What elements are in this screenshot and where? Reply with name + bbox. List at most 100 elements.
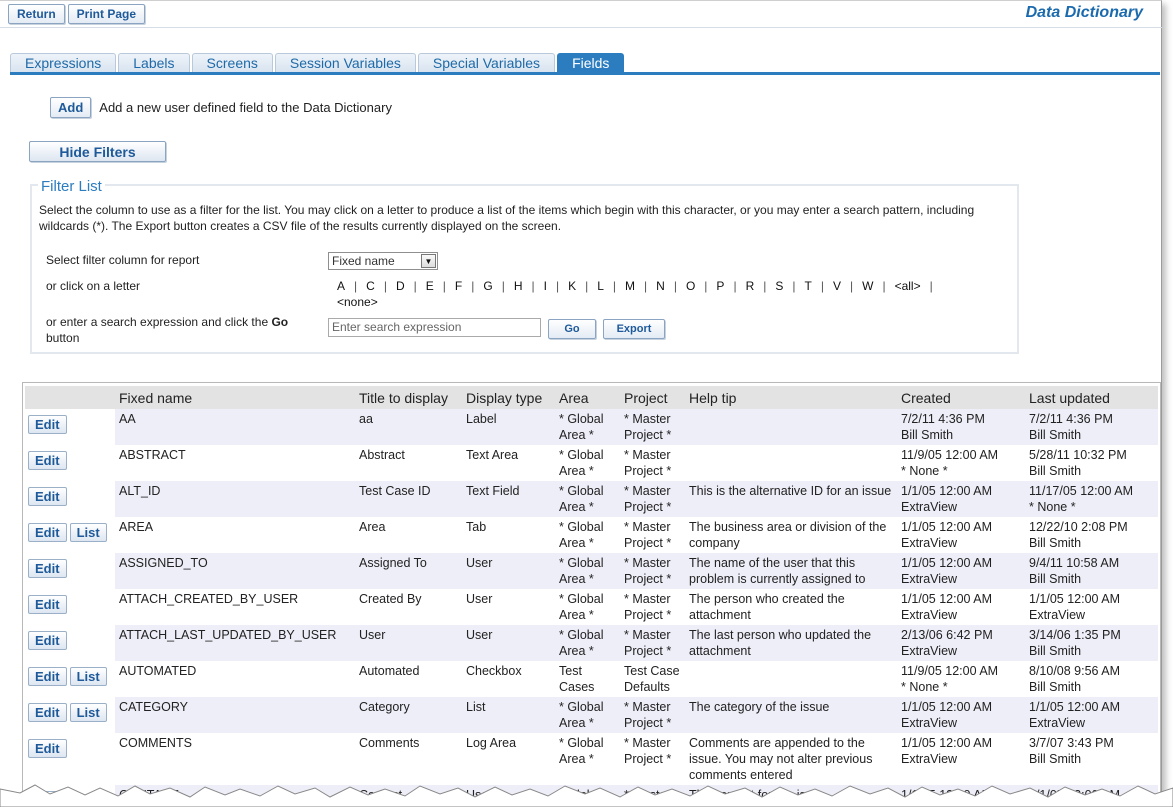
table-row: Edit AA aa Label * Global Area * * Master Pro… [25, 409, 1158, 445]
return-button[interactable]: Return [8, 4, 65, 24]
last-updated-cell: 3/7/07 3:43 PM Bill Smith [1025, 733, 1158, 785]
filter-column-value: Fixed name [332, 254, 395, 268]
project-cell: * Master Project * [620, 733, 685, 785]
column-header-last-updated[interactable]: Last updated [1025, 386, 1158, 409]
title-cell: Area [355, 517, 462, 553]
column-header-title-to-display[interactable]: Title to display [355, 386, 462, 409]
edit-button[interactable]: Edit [28, 559, 67, 578]
letter-link-a[interactable]: A [337, 279, 345, 293]
tab-fields[interactable]: Fields [557, 53, 625, 72]
edit-button[interactable]: Edit [28, 523, 67, 542]
letter-link-all[interactable]: <all> [895, 279, 921, 293]
fixed-name-cell: COMMENTS [115, 733, 355, 785]
updated-date: 3/14/06 1:35 PM [1029, 628, 1121, 642]
edit-button[interactable]: Edit [28, 739, 67, 758]
letter-separator: | [555, 279, 560, 293]
fixed-name-cell: ALT_ID [115, 481, 355, 517]
display-type-cell: User [462, 589, 555, 625]
letter-link-d[interactable]: D [396, 279, 405, 293]
edit-button[interactable]: Edit [28, 487, 67, 506]
updated-by: Bill Smith [1029, 680, 1082, 694]
created-date: 11/9/05 12:00 AM [901, 664, 999, 678]
fixed-name-cell: CATEGORY [115, 697, 355, 733]
edit-button[interactable]: Edit [28, 595, 67, 614]
export-button[interactable]: Export [603, 319, 665, 339]
tab-labels[interactable]: Labels [118, 53, 190, 72]
letter-link-n[interactable]: N [656, 279, 665, 293]
created-cell: 1/1/05 12:00 AM ExtraView [897, 553, 1025, 589]
letter-link-l[interactable]: L [597, 279, 604, 293]
letter-link-m[interactable]: M [625, 279, 635, 293]
go-button[interactable]: Go [548, 319, 596, 339]
edit-button[interactable]: Edit [28, 415, 67, 434]
table-row: Edit ASSIGNED_TO Assigned To User * Global A… [25, 553, 1158, 589]
table-row: Edit List AUTOMATED Automated Checkbox Test C… [25, 661, 1158, 697]
column-header-display-type[interactable]: Display type [462, 386, 555, 409]
letter-link-e[interactable]: E [426, 279, 434, 293]
letter-separator: | [413, 279, 417, 293]
column-header-help-tip[interactable]: Help tip [685, 386, 897, 409]
project-cell: * Master Project * [620, 409, 685, 445]
letter-link-g[interactable]: G [483, 279, 492, 293]
tab-special-variables[interactable]: Special Variables [417, 53, 556, 72]
title-cell: Abstract [355, 445, 462, 481]
letter-link-k[interactable]: K [568, 279, 576, 293]
add-field-button[interactable]: Add [50, 97, 92, 118]
edit-button[interactable]: Edit [28, 703, 67, 722]
filter-column-select[interactable]: Fixed name ▼ [328, 252, 438, 270]
updated-by: Bill Smith [1029, 464, 1082, 478]
fields-table-container: Fixed name Title to display Display type Ar… [22, 382, 1161, 807]
area-cell: * Global Area * [555, 697, 620, 733]
row-actions: Edit List [25, 697, 115, 733]
hide-filters-button[interactable]: Hide Filters [29, 141, 166, 162]
edit-button[interactable]: Edit [28, 667, 67, 686]
help-tip-cell: The business area or division of the com… [685, 517, 897, 553]
last-updated-cell: 8/10/08 9:56 AM Bill Smith [1025, 661, 1158, 697]
column-header-created[interactable]: Created [897, 386, 1025, 409]
table-row: Edit ALT_ID Test Case ID Text Field * Global… [25, 481, 1158, 517]
letter-link-v[interactable]: V [833, 279, 841, 293]
updated-date: 9/4/11 10:58 AM [1029, 556, 1120, 570]
filter-description: Select the column to use as a filter for… [39, 203, 975, 233]
letter-link-none[interactable]: <none> [337, 295, 378, 309]
updated-by: ExtraView [1029, 608, 1086, 622]
edit-button[interactable]: Edit [28, 631, 67, 650]
edit-button[interactable]: Edit [28, 451, 67, 470]
row-actions: Edit [25, 625, 115, 661]
letter-link-t[interactable]: T [805, 279, 812, 293]
fixed-name-cell: ATTACH_LAST_UPDATED_BY_USER [115, 625, 355, 661]
table-row: Edit ATTACH_CREATED_BY_USER Created By User… [25, 589, 1158, 625]
area-cell: * Global Area * [555, 517, 620, 553]
filter-column-label: Select filter column for report [46, 253, 200, 267]
title-cell: aa [355, 409, 462, 445]
created-cell: 1/1/05 12:00 AM ExtraView [897, 517, 1025, 553]
search-expression-input[interactable]: Enter search expression [328, 318, 541, 337]
search-label-go: Go [271, 315, 289, 329]
list-button[interactable]: List [69, 667, 107, 686]
fixed-name-cell: AA [115, 409, 355, 445]
tab-session-variables[interactable]: Session Variables [274, 53, 416, 72]
table-row: Edit List CATEGORY Category List * Global Are… [25, 697, 1158, 733]
updated-by: Bill Smith [1029, 572, 1082, 586]
tab-expressions[interactable]: Expressions [10, 53, 117, 72]
letter-link-c[interactable]: C [366, 279, 375, 293]
dropdown-arrow-icon[interactable]: ▼ [421, 254, 436, 268]
print-page-button[interactable]: Print Page [67, 4, 146, 24]
column-header-project[interactable]: Project [620, 386, 685, 409]
updated-by: Bill Smith [1029, 536, 1082, 550]
list-button[interactable]: List [69, 703, 107, 722]
letter-link-o[interactable]: O [686, 279, 695, 293]
tab-screens[interactable]: Screens [191, 53, 273, 72]
area-cell: * Global Area * [555, 589, 620, 625]
created-date: 11/9/05 12:00 AM [901, 448, 999, 462]
column-header-fixed-name[interactable]: Fixed name [115, 386, 355, 409]
list-button[interactable]: List [69, 523, 107, 542]
letter-link-r[interactable]: R [746, 279, 755, 293]
letter-link-w[interactable]: W [862, 279, 873, 293]
fixed-name-cell: ABSTRACT [115, 445, 355, 481]
actions-header [25, 386, 115, 409]
created-date: 1/1/05 12:00 AM [901, 556, 993, 570]
help-tip-cell: The person who created the attachment [685, 589, 897, 625]
column-header-area[interactable]: Area [555, 386, 620, 409]
project-cell: * Master Project * [620, 553, 685, 589]
